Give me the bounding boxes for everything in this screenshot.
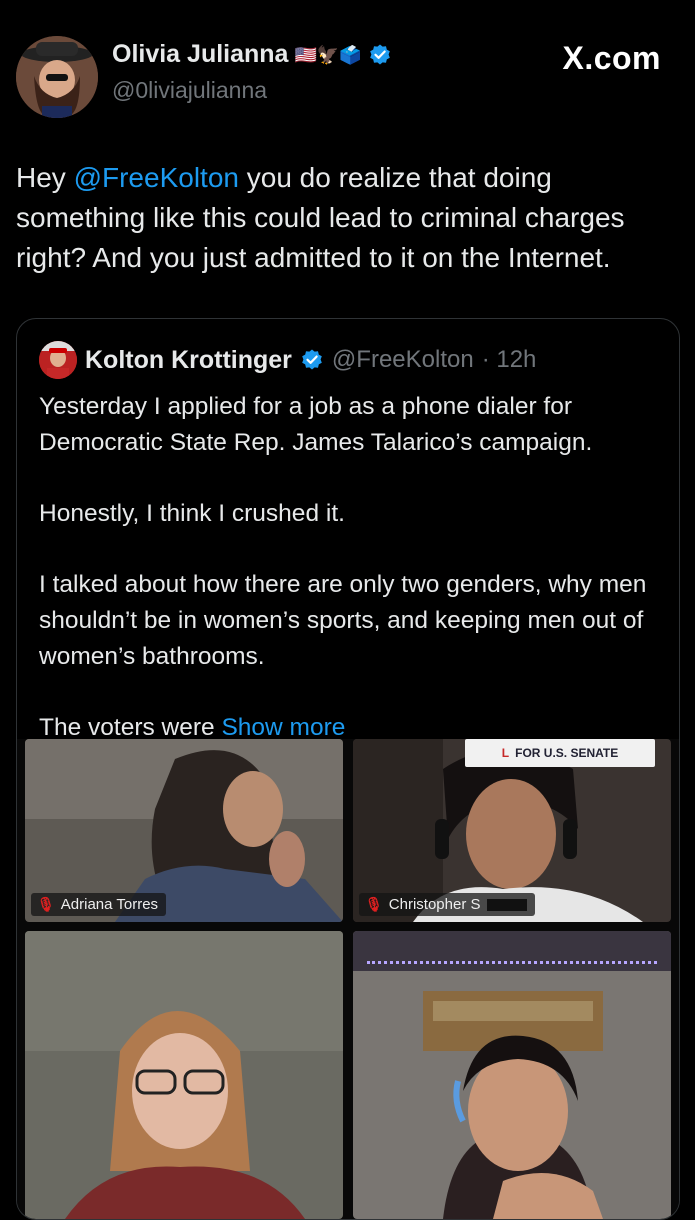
video-call-media[interactable]: 🎙︎ Adriana Torres L FOR U.S. SENATE 🎙︎ C… (17, 739, 679, 1219)
participant-name: Adriana Torres (60, 896, 159, 913)
participant-tile (25, 931, 343, 1219)
quoted-author-name[interactable]: Kolton Krottinger (85, 346, 292, 375)
participant-video (353, 931, 671, 1219)
quoted-paragraph: Honestly, I think I crushed it. (39, 500, 345, 527)
participant-video (25, 931, 343, 1219)
tweet-text-prefix: Hey (16, 162, 74, 193)
author-avatar[interactable] (16, 36, 98, 118)
quoted-author-handle[interactable]: @FreeKolton (332, 346, 474, 374)
verified-badge-icon (302, 349, 322, 370)
quoted-timestamp[interactable]: · 12h (482, 346, 537, 374)
quoted-last-line-text: The voters were (39, 714, 222, 741)
site-logo: X.com (562, 40, 661, 76)
participant-label: 🎙︎ Christopher S (359, 893, 535, 916)
mention-link[interactable]: @FreeKolton (74, 162, 239, 193)
participant-label: 🎙︎ Adriana Torres (31, 893, 167, 916)
participant-tile: L FOR U.S. SENATE 🎙︎ Christopher S (353, 739, 671, 922)
sign-bracket: L (501, 746, 510, 760)
led-light-strip (367, 961, 657, 964)
participant-tile (353, 931, 671, 1219)
campaign-sign: L FOR U.S. SENATE (465, 739, 655, 767)
quoted-paragraph: I talked about how there are only two ge… (39, 571, 647, 670)
muted-mic-icon: 🎙︎ (37, 896, 55, 912)
quoted-paragraph: Yesterday I applied for a job as a phone… (39, 393, 593, 456)
quoted-text: Yesterday I applied for a job as a phone… (39, 389, 664, 746)
quoted-header: Kolton Krottinger @FreeKolton · 12h (39, 341, 536, 379)
participant-name: Christopher S (388, 896, 481, 913)
tweet-text: Hey @FreeKolton you do realize that doin… (16, 158, 681, 278)
show-more-link[interactable]: Show more (221, 714, 345, 741)
quoted-tweet[interactable]: Kolton Krottinger @FreeKolton · 12h Yest… (16, 318, 680, 1220)
quoted-author-avatar[interactable] (39, 341, 77, 379)
sign-text: FOR U.S. SENATE (515, 746, 619, 760)
author-name[interactable]: Olivia Julianna (112, 40, 288, 69)
tweet-header: Olivia Julianna 🇺🇸🦅🗳️ @0liviajulianna X.… (0, 0, 695, 140)
verified-badge-icon (369, 44, 390, 64)
author-name-row: Olivia Julianna 🇺🇸🦅🗳️ (112, 40, 392, 69)
author-handle[interactable]: @0liviajulianna (112, 77, 267, 104)
author-name-emoji: 🇺🇸🦅🗳️ (294, 44, 362, 65)
participant-tile: 🎙︎ Adriana Torres (25, 739, 343, 922)
muted-mic-icon: 🎙︎ (365, 896, 383, 912)
redaction-bar (486, 898, 527, 911)
